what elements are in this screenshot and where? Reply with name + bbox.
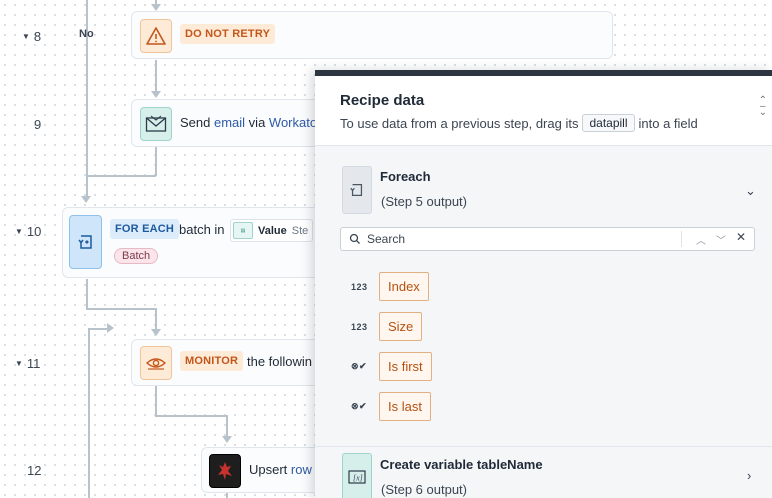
source-subtitle: (Step 5 output) (381, 194, 467, 209)
step-number-label: 9 (34, 117, 42, 132)
step-card-do-not-retry[interactable]: DO NOT RETRY (131, 11, 613, 59)
connector-line (155, 386, 157, 416)
chevron-right-icon[interactable]: › (747, 468, 751, 483)
step-text: via (245, 115, 269, 130)
step-text: Send (180, 115, 214, 130)
svg-text:[x]: [x] (353, 474, 363, 483)
panel-subtitle: To use data from a previous step, drag i… (340, 114, 698, 132)
subtitle-text: into a field (638, 115, 698, 131)
datapill-row: ⊗✔ Is last (351, 392, 431, 421)
value-datapill[interactable]: ▤ Value Ste (230, 219, 314, 242)
datapill-size[interactable]: Size (379, 312, 423, 341)
batch-pill[interactable]: Batch (114, 248, 159, 264)
datapill-index[interactable]: Index (379, 272, 429, 301)
variable-icon: [x] (342, 453, 372, 498)
number-type-icon: 123 (351, 321, 368, 332)
search-controls: ︿ ﹀ ✕ (696, 230, 746, 247)
step-app: Workato (268, 115, 318, 130)
step-keyword: email (213, 115, 246, 130)
eye-icon (140, 346, 172, 380)
step-number[interactable]: ▼ 11 (15, 356, 40, 371)
step-card-send-email[interactable]: Send email via Workato (131, 99, 331, 147)
collapse-caret-icon[interactable]: ▼ (22, 32, 30, 41)
resize-handle-icon[interactable]: ⌃ – ⌄ (759, 96, 767, 118)
source-title: Create variable tableName (380, 457, 543, 472)
source-subtitle: (Step 6 output) (381, 482, 467, 497)
step-number: 12 (27, 463, 41, 478)
connector-line (86, 279, 88, 309)
connector-line (88, 328, 90, 498)
connector-arrow (107, 323, 114, 333)
connector-arrow (151, 4, 161, 11)
panel-body: Foreach (Step 5 output) ⌄ ︿ ﹀ ✕ 123 Inde… (315, 146, 772, 498)
branch-label-no: No (79, 28, 94, 40)
step-number[interactable]: ▼ 10 (15, 224, 41, 239)
step-card-for-each[interactable]: FOR EACH batch in ▤ Value Ste Batch (62, 207, 332, 278)
datapill-is-first[interactable]: Is first (379, 352, 432, 381)
recipe-data-panel: Recipe data To use data from a previous … (315, 70, 772, 498)
step-card-upsert-row[interactable]: Upsert row (201, 447, 331, 493)
datapill-chip: datapill (582, 114, 635, 132)
chevron-down-icon[interactable]: ﹀ (716, 232, 726, 247)
connector-line (155, 308, 157, 330)
panel-header: Recipe data To use data from a previous … (315, 76, 772, 146)
step-description: Send email via Workato (180, 115, 317, 130)
chevron-up-icon[interactable]: ︿ (696, 232, 706, 247)
search-icon (349, 233, 360, 244)
value-label: Value (258, 224, 287, 237)
step-number-label: 10 (26, 224, 42, 239)
value-suffix: Ste (291, 224, 309, 237)
table-icon: ▤ (233, 222, 253, 239)
connector-arrow (151, 91, 161, 98)
datapill-row: 123 Size (351, 312, 423, 341)
loop-icon (69, 215, 102, 269)
divider (315, 446, 772, 447)
subtitle-text: To use data from a previous step, drag i… (340, 115, 579, 131)
step-description: the followin (247, 354, 313, 369)
step-keyword: row (290, 462, 312, 477)
step-tag: DO NOT RETRY (180, 24, 276, 44)
panel-title: Recipe data (340, 92, 425, 109)
search-input[interactable] (367, 232, 667, 246)
step-card-monitor[interactable]: MONITOR the followin (131, 339, 331, 386)
close-icon[interactable]: ✕ (736, 230, 746, 247)
collapse-caret-icon[interactable]: ▼ (15, 359, 23, 368)
connector-line (226, 415, 228, 437)
datapill-row: 123 Index (351, 272, 429, 301)
step-text: Upsert (249, 462, 291, 477)
step-number[interactable]: ▼ 8 (22, 29, 41, 44)
boolean-type-icon: ⊗✔ (351, 361, 368, 371)
connector-line (155, 147, 157, 176)
connector-line (155, 60, 157, 92)
loop-icon (342, 166, 372, 214)
chevron-down-icon[interactable]: ⌄ (745, 183, 756, 199)
connector-arrow (151, 329, 161, 336)
connector-line (88, 328, 108, 330)
warning-icon (140, 19, 172, 53)
step-number-label: 8 (33, 29, 42, 44)
email-icon (140, 107, 172, 141)
boolean-type-icon: ⊗✔ (351, 401, 368, 411)
step-number-label: 11 (26, 356, 41, 371)
connector-arrow (81, 196, 91, 203)
connector-arrow (222, 436, 232, 443)
app-logo-icon (209, 454, 241, 488)
datapill-is-last[interactable]: Is last (379, 392, 431, 421)
connector-line (86, 175, 156, 177)
step-tag: MONITOR (180, 351, 244, 371)
step-description: batch in (179, 222, 225, 237)
separator (681, 231, 682, 247)
connector-line (155, 415, 227, 417)
step-tag: FOR EACH (110, 219, 180, 239)
source-title: Foreach (380, 169, 431, 184)
step-number: 9 (34, 117, 41, 132)
step-description: Upsert row (249, 462, 312, 477)
datapill-search[interactable]: ︿ ﹀ ✕ (340, 227, 755, 251)
number-type-icon: 123 (351, 281, 368, 292)
step-number-label: 12 (27, 463, 42, 478)
collapse-caret-icon[interactable]: ▼ (15, 227, 23, 236)
connector-line (86, 308, 156, 310)
datapill-row: ⊗✔ Is first (351, 352, 432, 381)
